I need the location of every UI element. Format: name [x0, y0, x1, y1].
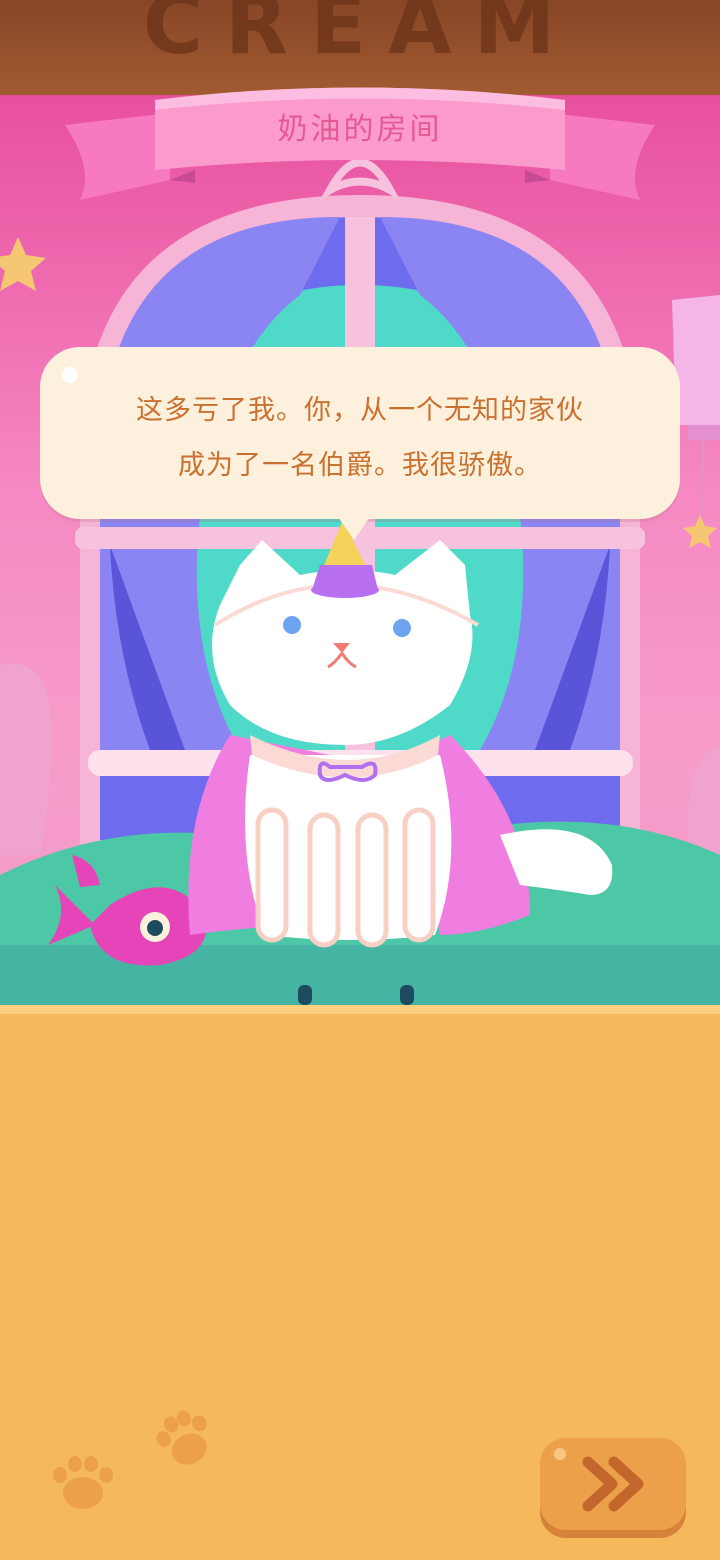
button-shine: [554, 1448, 566, 1460]
top-name-sign: CREAM: [0, 0, 720, 95]
star-decoration: [683, 515, 717, 548]
sign-text: CREAM: [142, 0, 578, 73]
speech-bubble-tail: [336, 514, 372, 540]
speech-bubble[interactable]: [40, 347, 680, 519]
room-title: 奶油的房间: [277, 112, 443, 147]
paw-print-icon: [156, 1410, 207, 1465]
next-button[interactable]: [540, 1438, 686, 1530]
double-chevron-right-icon: [582, 1456, 644, 1512]
room-illustration: [0, 158, 720, 1005]
star-decoration: [0, 237, 46, 291]
dialogue-line-2: 成为了一名伯爵。我很骄傲。: [178, 450, 542, 481]
paw-print-icon: [53, 1456, 113, 1509]
dialogue-line-1: 这多亏了我。你，从一个无知的家伙: [136, 395, 584, 426]
bubble-shine: [62, 367, 78, 383]
room-scene: [0, 95, 720, 1005]
